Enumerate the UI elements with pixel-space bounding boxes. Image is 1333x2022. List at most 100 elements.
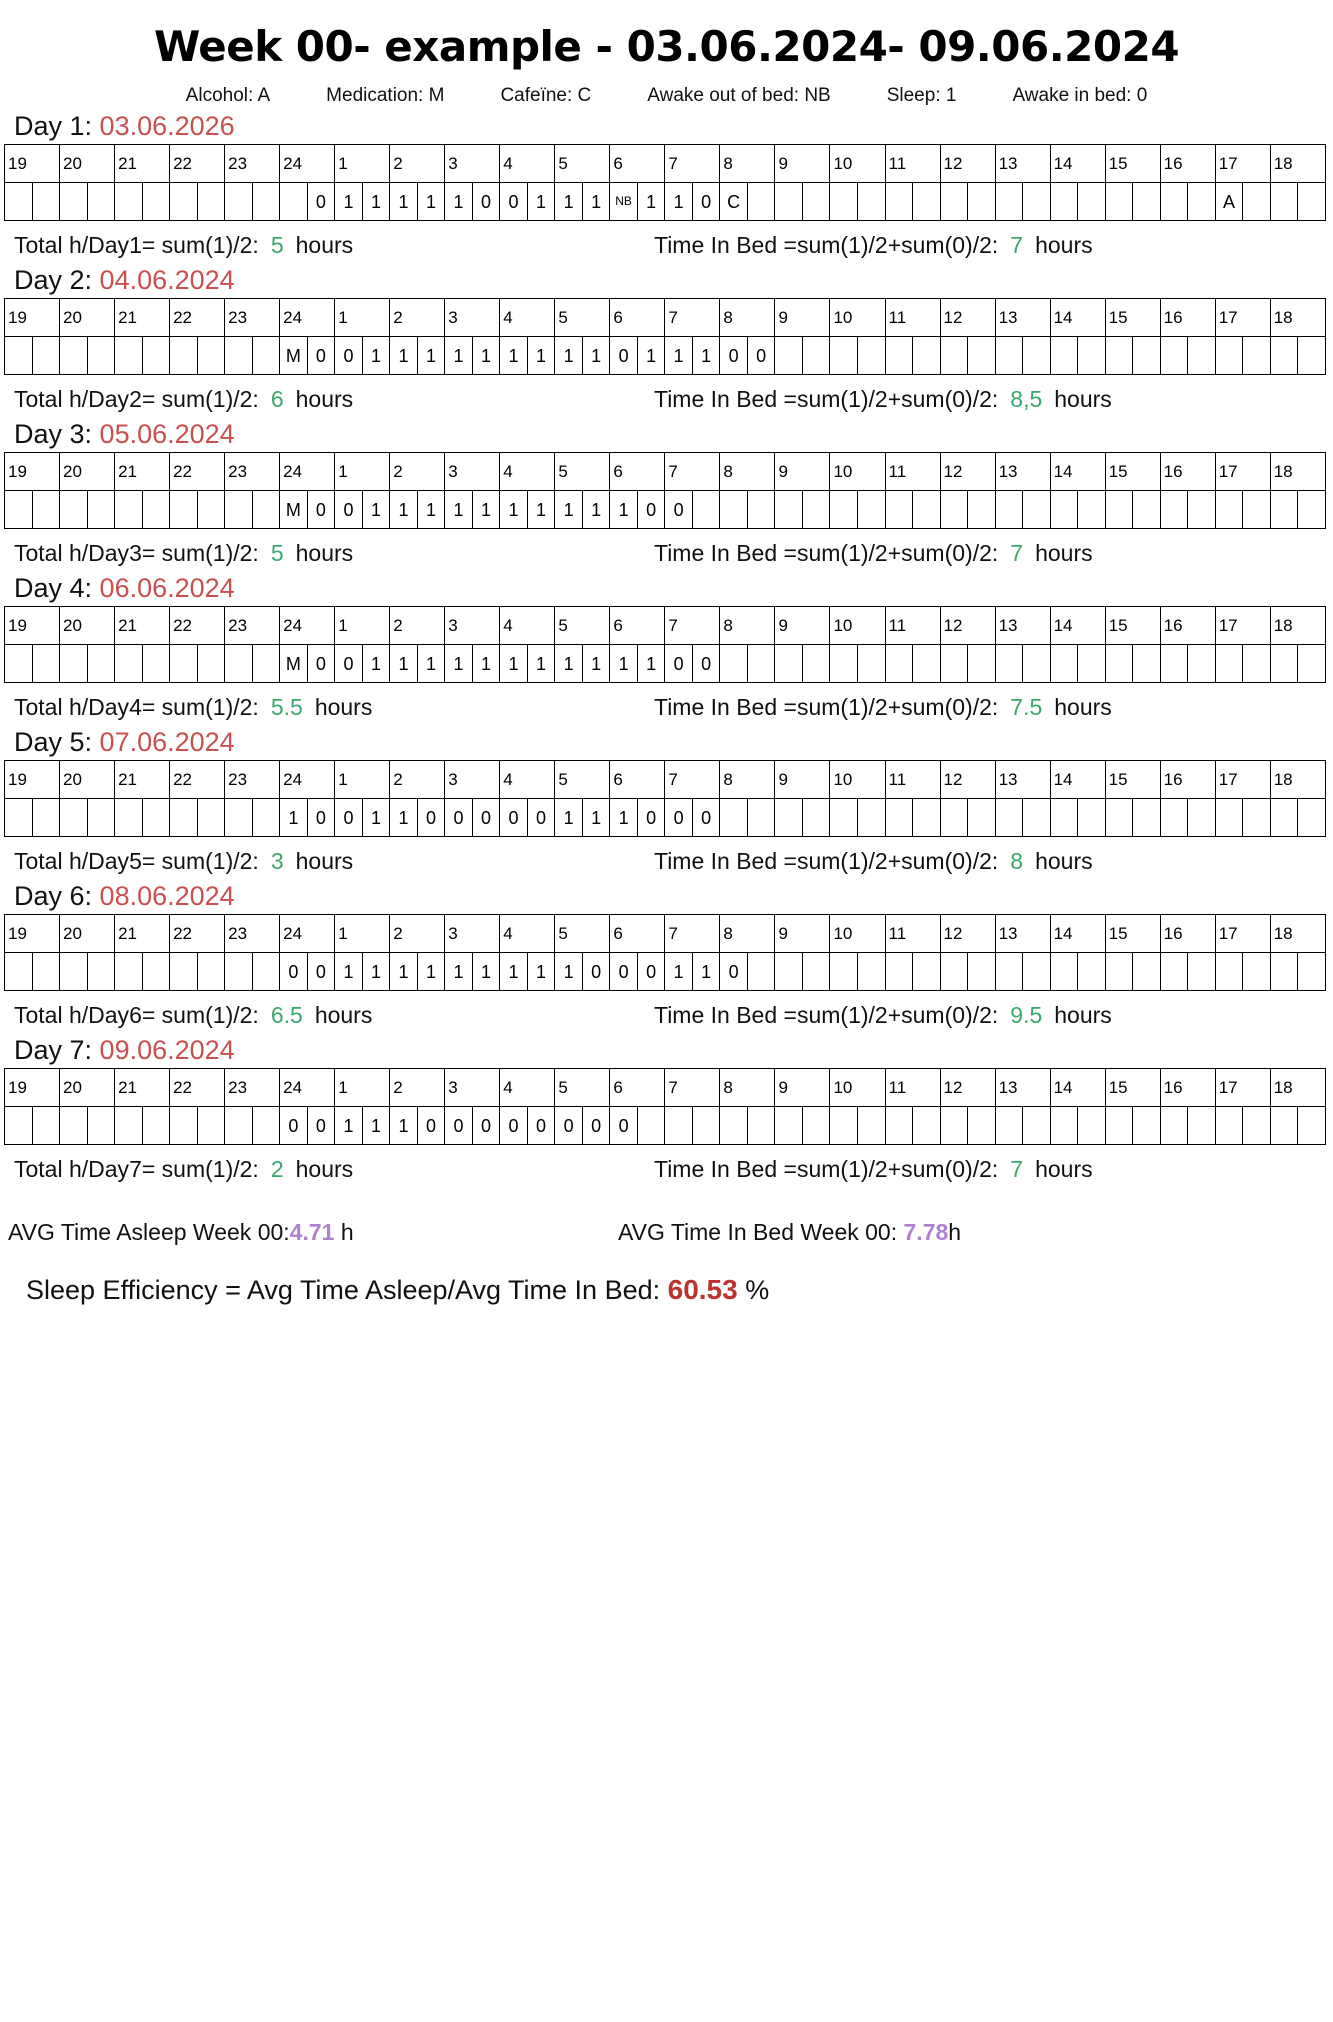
- half-hour-cell[interactable]: [141, 182, 171, 221]
- half-hour-cell[interactable]: [59, 1106, 88, 1145]
- half-hour-cell[interactable]: [939, 336, 969, 375]
- half-hour-cell[interactable]: [1269, 490, 1299, 529]
- half-hour-cell[interactable]: [912, 1106, 941, 1145]
- half-hour-cell[interactable]: 1: [389, 644, 418, 683]
- half-hour-cell[interactable]: 0: [499, 798, 528, 837]
- half-hour-cell[interactable]: 1: [499, 490, 528, 529]
- half-hour-cell[interactable]: [746, 182, 776, 221]
- half-hour-cell[interactable]: [994, 182, 1024, 221]
- half-hour-cell[interactable]: [4, 952, 33, 991]
- half-hour-cell[interactable]: 1: [664, 336, 693, 375]
- half-hour-cell[interactable]: [994, 336, 1024, 375]
- half-hour-cell[interactable]: 1: [691, 336, 721, 375]
- half-hour-cell[interactable]: [4, 798, 33, 837]
- half-hour-cell[interactable]: 0: [306, 952, 336, 991]
- half-hour-cell[interactable]: [196, 336, 226, 375]
- half-hour-cell[interactable]: [251, 644, 281, 683]
- half-hour-cell[interactable]: [141, 1106, 171, 1145]
- half-hour-cell[interactable]: 0: [609, 336, 638, 375]
- half-hour-cell[interactable]: [939, 182, 969, 221]
- half-hour-cell[interactable]: [1269, 336, 1299, 375]
- half-hour-cell[interactable]: [967, 644, 996, 683]
- half-hour-cell[interactable]: 1: [554, 798, 583, 837]
- half-hour-cell[interactable]: [251, 798, 281, 837]
- half-hour-cell[interactable]: [31, 182, 61, 221]
- half-hour-cell[interactable]: [1049, 336, 1079, 375]
- half-hour-cell[interactable]: 1: [471, 490, 501, 529]
- half-hour-cell[interactable]: 0: [719, 952, 748, 991]
- half-hour-cell[interactable]: [86, 1106, 116, 1145]
- half-hour-cell[interactable]: [196, 1106, 226, 1145]
- half-hour-cell[interactable]: [1159, 336, 1189, 375]
- half-hour-cell[interactable]: M: [279, 490, 308, 529]
- half-hour-cell[interactable]: [912, 336, 941, 375]
- half-hour-cell[interactable]: [114, 1106, 143, 1145]
- half-hour-cell[interactable]: 1: [554, 952, 583, 991]
- half-hour-cell[interactable]: [1104, 336, 1134, 375]
- half-hour-cell[interactable]: 0: [471, 798, 501, 837]
- half-hour-cell[interactable]: [884, 336, 914, 375]
- half-hour-cell[interactable]: 0: [306, 182, 336, 221]
- half-hour-cell[interactable]: [1022, 952, 1051, 991]
- half-hour-cell[interactable]: 1: [444, 490, 473, 529]
- half-hour-cell[interactable]: [1077, 182, 1106, 221]
- half-hour-cell[interactable]: 1: [334, 952, 363, 991]
- half-hour-cell[interactable]: [912, 644, 941, 683]
- half-hour-cell[interactable]: 1: [334, 182, 363, 221]
- half-hour-cell[interactable]: [1132, 336, 1161, 375]
- half-hour-cell[interactable]: 0: [719, 336, 748, 375]
- half-hour-cell[interactable]: [1132, 490, 1161, 529]
- half-hour-cell[interactable]: [774, 182, 803, 221]
- half-hour-cell[interactable]: [224, 182, 253, 221]
- half-hour-cell[interactable]: [994, 1106, 1024, 1145]
- half-hour-cell[interactable]: 1: [416, 336, 446, 375]
- half-hour-cell[interactable]: [774, 490, 803, 529]
- half-hour-cell[interactable]: [719, 1106, 748, 1145]
- half-hour-cell[interactable]: [856, 182, 886, 221]
- half-hour-cell[interactable]: [719, 490, 748, 529]
- half-hour-cell[interactable]: [31, 952, 61, 991]
- half-hour-cell[interactable]: [169, 1106, 198, 1145]
- half-hour-cell[interactable]: [691, 490, 721, 529]
- half-hour-cell[interactable]: [1214, 1106, 1244, 1145]
- half-hour-cell[interactable]: [967, 182, 996, 221]
- half-hour-cell[interactable]: 0: [471, 1106, 501, 1145]
- half-hour-cell[interactable]: [224, 1106, 253, 1145]
- half-hour-cell[interactable]: [196, 490, 226, 529]
- half-hour-cell[interactable]: 1: [499, 952, 528, 991]
- half-hour-cell[interactable]: 1: [526, 336, 556, 375]
- half-hour-cell[interactable]: [856, 336, 886, 375]
- half-hour-cell[interactable]: [856, 490, 886, 529]
- half-hour-cell[interactable]: 1: [581, 644, 611, 683]
- half-hour-cell[interactable]: [1159, 490, 1189, 529]
- half-hour-cell[interactable]: 1: [636, 644, 666, 683]
- half-hour-cell[interactable]: [86, 336, 116, 375]
- half-hour-cell[interactable]: [1049, 182, 1079, 221]
- half-hour-cell[interactable]: [279, 182, 308, 221]
- half-hour-cell[interactable]: [912, 952, 941, 991]
- half-hour-cell[interactable]: [746, 952, 776, 991]
- half-hour-cell[interactable]: [4, 1106, 33, 1145]
- half-hour-cell[interactable]: [856, 798, 886, 837]
- half-hour-cell[interactable]: [169, 798, 198, 837]
- half-hour-cell[interactable]: 0: [526, 1106, 556, 1145]
- half-hour-cell[interactable]: [1214, 798, 1244, 837]
- half-hour-cell[interactable]: [829, 644, 858, 683]
- half-hour-cell[interactable]: [1269, 952, 1299, 991]
- half-hour-cell[interactable]: [31, 490, 61, 529]
- half-hour-cell[interactable]: [4, 182, 33, 221]
- half-hour-cell[interactable]: 1: [499, 336, 528, 375]
- half-hour-cell[interactable]: 1: [526, 182, 556, 221]
- half-hour-cell[interactable]: [196, 798, 226, 837]
- half-hour-cell[interactable]: [1187, 336, 1216, 375]
- half-hour-cell[interactable]: [829, 798, 858, 837]
- half-hour-cell[interactable]: [994, 644, 1024, 683]
- half-hour-cell[interactable]: [1022, 336, 1051, 375]
- half-hour-cell[interactable]: 1: [664, 952, 693, 991]
- half-hour-cell[interactable]: [251, 1106, 281, 1145]
- half-hour-cell[interactable]: [1049, 1106, 1079, 1145]
- half-hour-cell[interactable]: [856, 1106, 886, 1145]
- half-hour-cell[interactable]: [224, 644, 253, 683]
- half-hour-cell[interactable]: [4, 490, 33, 529]
- half-hour-cell[interactable]: [1269, 644, 1299, 683]
